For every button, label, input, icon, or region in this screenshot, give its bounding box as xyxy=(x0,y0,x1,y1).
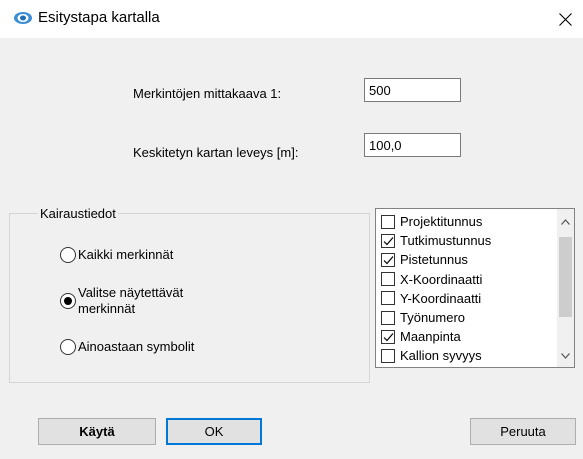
checkbox[interactable] xyxy=(381,214,395,229)
checkbox[interactable] xyxy=(381,310,395,325)
list-item[interactable]: Kallion syvyys xyxy=(376,346,558,365)
radio-symbols-only[interactable]: Ainoastaan symbolit xyxy=(60,339,194,355)
app-map-icon xyxy=(14,12,32,24)
chevron-down-icon xyxy=(561,352,570,359)
window-title: Esitystapa kartalla xyxy=(38,9,160,26)
checkmark-icon xyxy=(383,256,394,265)
vertical-scrollbar[interactable] xyxy=(557,209,574,367)
drilling-group-legend: Kairaustiedot xyxy=(38,206,118,221)
close-button[interactable] xyxy=(547,0,583,38)
scroll-down-button[interactable] xyxy=(557,347,574,364)
radio-label: Valitse näytettävät merkinnät xyxy=(78,285,184,316)
radio-all-markings[interactable]: Kaikki merkinnät xyxy=(60,247,173,263)
radio-button[interactable] xyxy=(60,247,76,263)
radio-select-markings[interactable]: Valitse näytettävät merkinnät xyxy=(60,285,183,317)
checkbox[interactable] xyxy=(381,348,395,363)
ok-button[interactable]: OK xyxy=(166,418,262,445)
radio-label: Kaikki merkinnät xyxy=(78,247,174,262)
list-item[interactable]: Tutkimustunnus xyxy=(376,231,558,250)
list-item[interactable]: Pistetunnus xyxy=(376,250,558,269)
list-item[interactable]: Maanpinta xyxy=(376,327,558,346)
checkbox[interactable] xyxy=(381,272,395,287)
list-item[interactable]: Projektitunnus xyxy=(376,212,558,231)
radio-button[interactable] xyxy=(60,339,76,355)
cancel-button[interactable]: Peruuta xyxy=(470,418,576,445)
checkbox[interactable] xyxy=(381,233,395,248)
apply-button[interactable]: Käytä xyxy=(38,418,156,445)
radio-label: Ainoastaan symbolit xyxy=(78,339,195,354)
width-label: Keskitetyn kartan leveys [m]: xyxy=(133,145,299,160)
list-item[interactable]: Työnumero xyxy=(376,308,558,327)
list-item[interactable]: Y-Koordinaatti xyxy=(376,289,558,308)
list-item[interactable]: X-Koordinaatti xyxy=(376,270,558,289)
checkmark-icon xyxy=(383,236,394,246)
scrollbar-thumb[interactable] xyxy=(559,237,572,317)
checkmark-icon xyxy=(383,332,394,342)
checkbox[interactable] xyxy=(381,291,395,306)
close-icon xyxy=(558,12,572,26)
checkbox[interactable] xyxy=(381,329,395,344)
checkbox[interactable] xyxy=(381,252,395,267)
scale-label: Merkintöjen mittakaava 1: xyxy=(133,86,282,101)
scroll-up-button[interactable] xyxy=(557,213,574,230)
chevron-up-icon xyxy=(561,218,570,225)
title-bar: Esitystapa kartalla xyxy=(0,0,583,38)
map-width-input[interactable] xyxy=(364,133,461,157)
scale-input[interactable] xyxy=(364,78,461,102)
radio-button[interactable] xyxy=(60,293,76,309)
fields-checklist[interactable]: Projektitunnus Tutkimustunnus Pistetunnu… xyxy=(375,208,575,368)
